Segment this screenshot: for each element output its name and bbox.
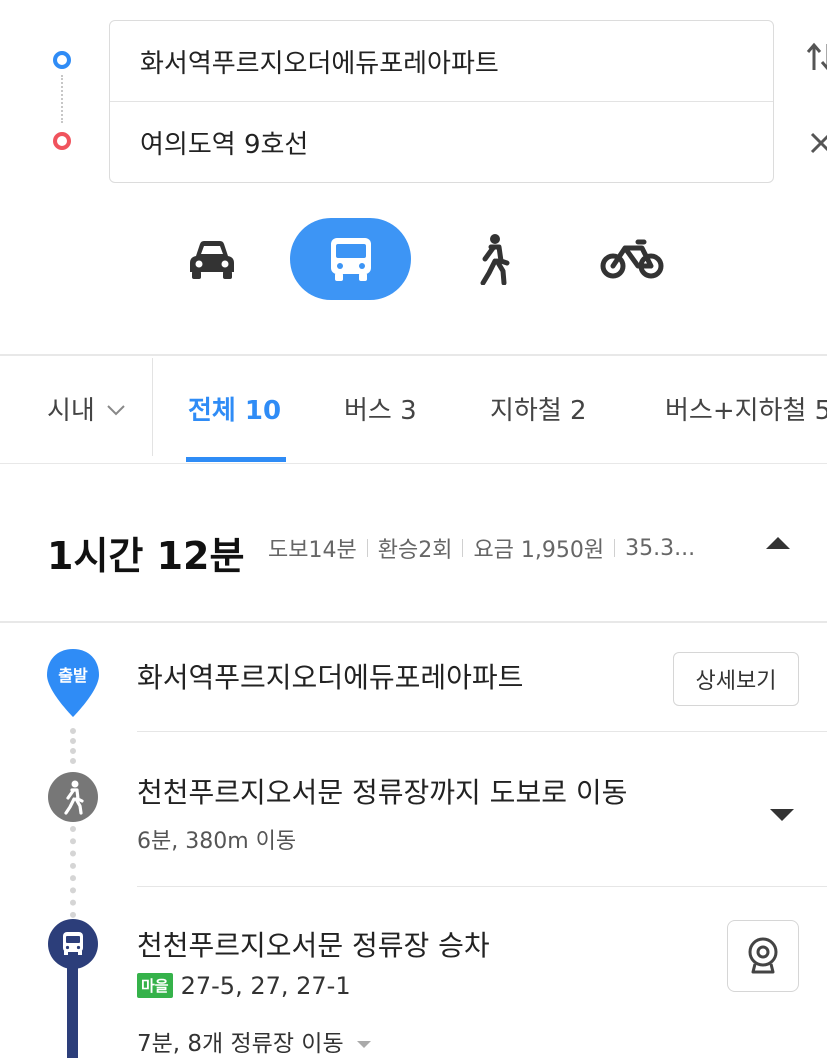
route-input-box: 화서역푸르지오더에듀포레아파트 여의도역 9호선: [109, 20, 774, 183]
tab-all[interactable]: 전체 10: [188, 390, 281, 427]
chevron-down-icon: [107, 405, 125, 416]
walk-step-title: 천천푸르지오서문 정류장까지 도보로 이동: [137, 776, 628, 809]
bicycle-icon: [600, 239, 664, 279]
bus-routes: 마을 27-5, 27, 27-1: [137, 972, 351, 1000]
walk-time: 도보14분: [268, 538, 357, 563]
total-time: 1시간 12분: [47, 534, 245, 578]
origin-field[interactable]: 화서역푸르지오더에듀포레아파트: [110, 21, 773, 102]
walk-step-info: 6분, 380m 이동: [137, 829, 297, 854]
cctv-icon: [748, 937, 778, 974]
tabs-divider: [0, 463, 827, 464]
step-divider: [137, 731, 827, 732]
bus-step-icon: [47, 918, 99, 974]
bus-icon: [330, 238, 371, 281]
route-connector: [61, 75, 63, 123]
tab-bus-subway[interactable]: 버스+지하철 5: [665, 390, 827, 427]
collapse-icon[interactable]: [764, 535, 792, 555]
filter-divider: [152, 358, 153, 456]
summary-divider: [0, 621, 827, 623]
swap-arrows-icon[interactable]: [806, 40, 827, 71]
transfer-count: 환승2회: [377, 538, 453, 563]
expand-icon[interactable]: [768, 807, 796, 827]
bus-step-title: 천천푸르지오서문 정류장 승차: [137, 929, 490, 962]
dropdown-arrow-icon: [356, 1041, 371, 1048]
walking-person-icon: [480, 234, 510, 285]
distance: 35.3...: [625, 535, 696, 561]
walk-path-dots: [70, 728, 76, 764]
car-icon: [190, 241, 234, 279]
region-filter-label: 시내: [47, 396, 95, 426]
mode-walk-button[interactable]: [470, 218, 516, 300]
bus-step-info-text: 7분, 8개 정류장 이동: [137, 1031, 344, 1057]
detail-button[interactable]: 상세보기: [673, 652, 799, 706]
step-divider: [137, 886, 827, 887]
walk-step-icon: [47, 771, 99, 827]
destination-marker-icon: [53, 132, 71, 150]
bus-route-numbers[interactable]: 27-5, 27, 27-1: [181, 972, 351, 1000]
route-summary-meta: 도보14분 환승2회 요금 1,950원 35.3...: [268, 532, 695, 564]
fare: 요금 1,950원: [473, 538, 605, 563]
bus-route-line: [67, 960, 78, 1058]
tab-subway[interactable]: 지하철 2: [490, 390, 587, 427]
bus-step-info[interactable]: 7분, 8개 정류장 이동: [137, 1024, 373, 1058]
region-filter-dropdown[interactable]: 시내: [47, 390, 127, 427]
mode-car-button[interactable]: [180, 218, 244, 300]
village-bus-badge: 마을: [137, 973, 173, 998]
start-location-name: 화서역푸르지오더에듀포레아파트: [137, 661, 524, 694]
start-pin-icon: 출발: [44, 647, 102, 723]
mode-bike-button[interactable]: [598, 218, 666, 300]
destination-field[interactable]: 여의도역 9호선: [110, 102, 773, 182]
tab-bus[interactable]: 버스 3: [344, 390, 417, 427]
walk-path-dots: [70, 826, 76, 918]
cctv-button[interactable]: [727, 920, 799, 992]
origin-marker-icon: [53, 51, 71, 69]
active-tab-indicator: [186, 457, 286, 462]
mode-transit-button[interactable]: [290, 218, 411, 300]
close-icon[interactable]: [806, 128, 827, 158]
section-divider: [0, 354, 827, 356]
start-badge-text: 출발: [58, 666, 88, 685]
